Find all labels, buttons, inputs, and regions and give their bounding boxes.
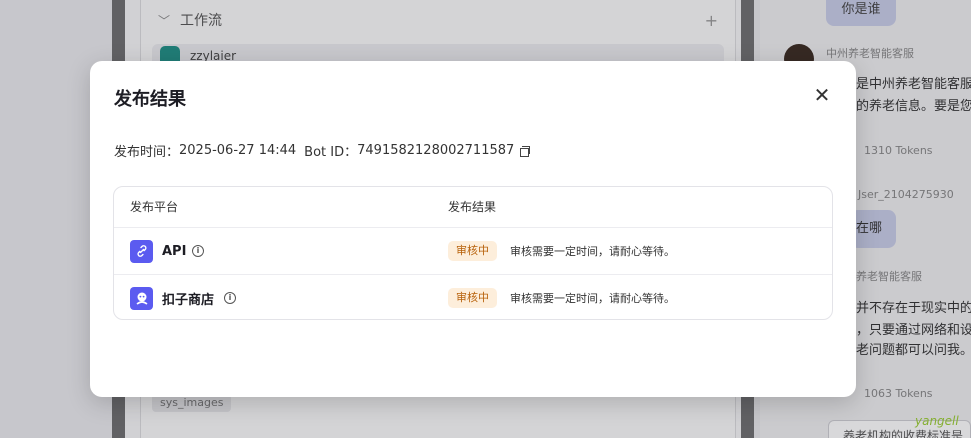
dialog-title: 发布结果 <box>114 89 186 110</box>
platform-name: API <box>162 243 187 259</box>
info-icon[interactable]: i <box>224 292 236 304</box>
status-message: 审核需要一定时间，请耐心等待。 <box>510 292 675 305</box>
platform-name: 扣子商店 <box>162 292 215 308</box>
bot-id-label: Bot ID： <box>304 145 358 160</box>
publish-time: 2025-06-27 14:44 <box>179 143 297 158</box>
bot-id: 7491582128002711587 <box>357 143 515 158</box>
status-message: 审核需要一定时间，请耐心等待。 <box>510 245 675 258</box>
table-row: API i 审核中 审核需要一定时间，请耐心等待。 <box>114 228 832 274</box>
column-header-platform: 发布平台 <box>130 200 179 214</box>
column-header-result: 发布结果 <box>448 200 497 214</box>
table-row: 扣子商店 i 审核中 审核需要一定时间，请耐心等待。 <box>114 275 832 319</box>
status-badge: 审核中 <box>448 241 497 261</box>
copy-icon[interactable] <box>520 145 531 157</box>
close-icon[interactable]: ✕ <box>811 85 833 107</box>
publish-meta: 发布时间： 2025-06-27 14:44 Bot ID： 749158212… <box>114 141 531 160</box>
info-icon[interactable]: i <box>192 245 204 257</box>
publish-time-label: 发布时间： <box>114 145 180 160</box>
link-icon <box>130 239 153 263</box>
publish-result-table: 发布平台 发布结果 API i 审核中 审核需要一定时间，请耐心等待。 扣子商店… <box>113 186 833 320</box>
status-badge: 审核中 <box>448 288 497 308</box>
publish-result-dialog: 发布结果 ✕ 发布时间： 2025-06-27 14:44 Bot ID： 74… <box>90 61 856 397</box>
store-icon <box>130 286 153 310</box>
